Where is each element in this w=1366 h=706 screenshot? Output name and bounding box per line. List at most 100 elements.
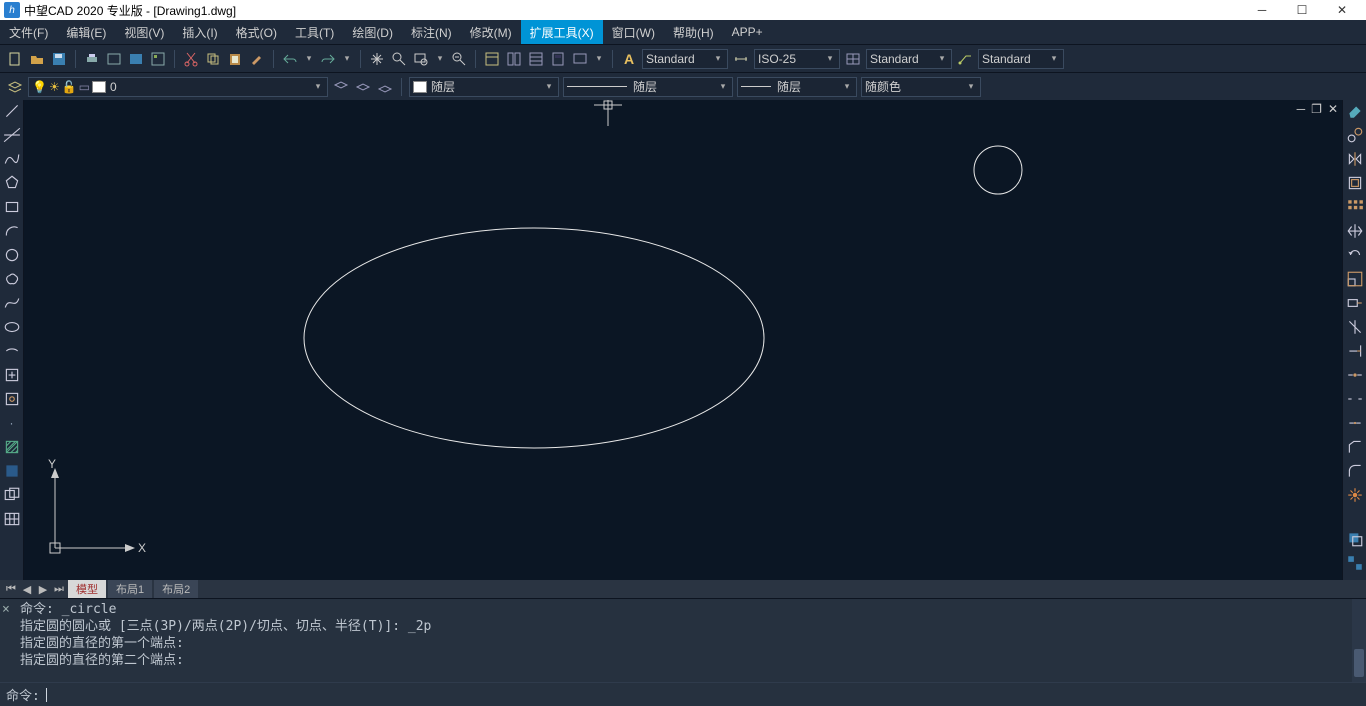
menu-modify[interactable]: 修改(M) (461, 20, 521, 44)
redo-dropdown[interactable]: ▾ (341, 53, 353, 64)
tab-last-icon[interactable]: ⏭ (52, 583, 66, 596)
menu-tools[interactable]: 工具(T) (286, 20, 343, 44)
menu-format[interactable]: 格式(O) (227, 20, 286, 44)
join-icon[interactable] (1346, 414, 1364, 432)
menu-draw[interactable]: 绘图(D) (343, 20, 402, 44)
mirror-icon[interactable] (1346, 150, 1364, 168)
dim-style-icon[interactable] (732, 50, 750, 68)
chamfer-icon[interactable] (1346, 438, 1364, 456)
erase-icon[interactable] (1346, 102, 1364, 120)
design-center-icon[interactable] (505, 50, 523, 68)
rotate-icon[interactable] (1346, 246, 1364, 264)
circle-icon[interactable] (3, 246, 21, 264)
offset-icon[interactable] (1346, 174, 1364, 192)
dim-style-select[interactable]: ISO-25▾ (754, 49, 840, 69)
hatch-icon[interactable] (3, 438, 21, 456)
move-icon[interactable] (1346, 222, 1364, 240)
copy-icon[interactable] (204, 50, 222, 68)
extend-icon[interactable] (1346, 342, 1364, 360)
plot-styles-icon[interactable] (149, 50, 167, 68)
tab-layout2[interactable]: 布局2 (154, 580, 198, 598)
command-history[interactable]: × 命令: _circle 指定圆的圆心或 [三点(3P)/两点(2P)/切点、… (0, 599, 1366, 682)
menu-file[interactable]: 文件(F) (0, 20, 57, 44)
print-icon[interactable] (83, 50, 101, 68)
workspace-dropdown[interactable]: ▾ (593, 53, 605, 64)
fillet-icon[interactable] (1346, 462, 1364, 480)
tool-palettes-icon[interactable] (527, 50, 545, 68)
zoom-window-icon[interactable] (412, 50, 430, 68)
menu-extend-tools[interactable]: 扩展工具(X) (521, 20, 603, 44)
cmd-scrollbar[interactable] (1352, 599, 1366, 682)
tab-next-icon[interactable]: ▶ (36, 583, 50, 596)
region-icon[interactable] (3, 486, 21, 504)
xline-icon[interactable] (3, 126, 21, 144)
save-icon[interactable] (50, 50, 68, 68)
menu-view[interactable]: 视图(V) (115, 20, 173, 44)
arc-icon[interactable] (3, 222, 21, 240)
stretch-icon[interactable] (1346, 294, 1364, 312)
linetype-select[interactable]: 随层▾ (563, 77, 733, 97)
table-style-icon[interactable] (844, 50, 862, 68)
table-icon[interactable] (3, 510, 21, 528)
polyline-icon[interactable] (3, 150, 21, 168)
maximize-button[interactable]: ☐ (1282, 0, 1322, 20)
line-icon[interactable] (3, 102, 21, 120)
break-at-point-icon[interactable] (1346, 366, 1364, 384)
publish-icon[interactable] (127, 50, 145, 68)
layer-state-icon[interactable] (354, 78, 372, 96)
break-icon[interactable] (1346, 390, 1364, 408)
array-icon[interactable] (1346, 198, 1364, 216)
redo-icon[interactable] (319, 50, 337, 68)
tab-layout1[interactable]: 布局1 (108, 580, 152, 598)
zoom-previous-icon[interactable] (450, 50, 468, 68)
close-button[interactable]: ✕ (1322, 0, 1362, 20)
pan-icon[interactable] (368, 50, 386, 68)
revcloud-icon[interactable] (3, 270, 21, 288)
undo-icon[interactable] (281, 50, 299, 68)
cut-icon[interactable] (182, 50, 200, 68)
print-preview-icon[interactable] (105, 50, 123, 68)
layer-select[interactable]: 💡 ☀ 🔓 ▭ 0 ▾ (28, 77, 328, 97)
command-input-row[interactable]: 命令: (0, 682, 1366, 706)
scale-icon[interactable] (1346, 270, 1364, 288)
layer-manager-icon[interactable] (6, 78, 24, 96)
spline-icon[interactable] (3, 294, 21, 312)
make-block-icon[interactable] (3, 390, 21, 408)
lineweight-select[interactable]: 随层▾ (737, 77, 857, 97)
menu-help[interactable]: 帮助(H) (664, 20, 723, 44)
tab-first-icon[interactable]: ⏮ (4, 583, 18, 596)
trim-icon[interactable] (1346, 318, 1364, 336)
minimize-button[interactable]: ─ (1242, 0, 1282, 20)
menu-dimension[interactable]: 标注(N) (402, 20, 461, 44)
multileader-style-select[interactable]: Standard▾ (978, 49, 1064, 69)
new-file-icon[interactable] (6, 50, 24, 68)
tab-model[interactable]: 模型 (68, 580, 106, 598)
plotstyle-select[interactable]: 随颜色▾ (861, 77, 981, 97)
table-style-select[interactable]: Standard▾ (866, 49, 952, 69)
tab-prev-icon[interactable]: ◀ (20, 583, 34, 596)
menu-edit[interactable]: 编辑(E) (57, 20, 115, 44)
text-style-select[interactable]: Standard▾ (642, 49, 728, 69)
properties-icon[interactable] (483, 50, 501, 68)
undo-dropdown[interactable]: ▾ (303, 53, 315, 64)
match-properties-icon[interactable] (248, 50, 266, 68)
layer-iso-icon[interactable] (376, 78, 394, 96)
copy-obj-icon[interactable] (1346, 126, 1364, 144)
color-select[interactable]: 随层▾ (409, 77, 559, 97)
menu-window[interactable]: 窗口(W) (603, 20, 664, 44)
zoom-dropdown[interactable]: ▾ (434, 53, 446, 64)
text-style-icon[interactable]: A (620, 50, 638, 68)
select-similar-icon[interactable] (1346, 554, 1364, 572)
clean-screen-icon[interactable] (571, 50, 589, 68)
calculator-icon[interactable] (549, 50, 567, 68)
layer-previous-icon[interactable] (332, 78, 350, 96)
gradient-icon[interactable] (3, 462, 21, 480)
rectangle-icon[interactable] (3, 198, 21, 216)
ellipse-icon[interactable] (3, 318, 21, 336)
explode-icon[interactable] (1346, 486, 1364, 504)
polygon-icon[interactable] (3, 174, 21, 192)
ellipse-arc-icon[interactable] (3, 342, 21, 360)
paste-icon[interactable] (226, 50, 244, 68)
zoom-realtime-icon[interactable] (390, 50, 408, 68)
insert-block-icon[interactable] (3, 366, 21, 384)
